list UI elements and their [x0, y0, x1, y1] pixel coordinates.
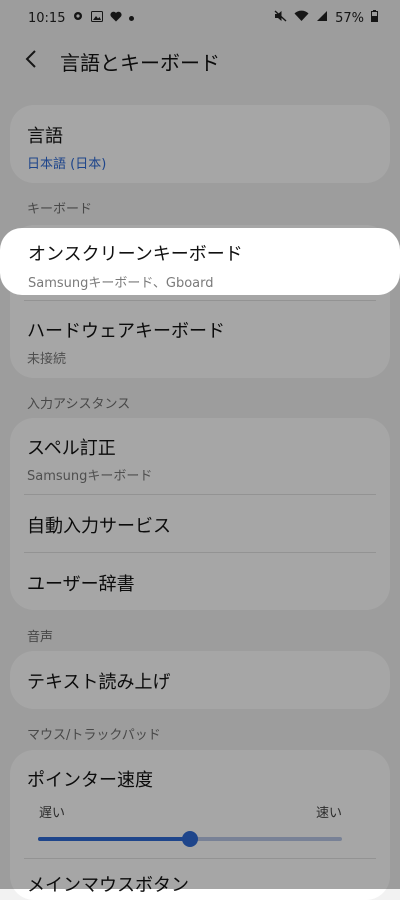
battery-level: 57% — [335, 10, 364, 26]
section-mouse: マウス/トラックパッド — [27, 728, 161, 743]
slider-max-label: 速い — [315, 806, 342, 821]
slider-min-label: 遅い — [39, 806, 66, 821]
language-card: 言語 日本語 (日本) — [10, 105, 390, 183]
section-keyboard: キーボード — [27, 202, 93, 217]
main-mouse-button-setting[interactable]: メインマウスボタン — [10, 859, 390, 897]
tts-label: テキスト読み上げ — [27, 672, 171, 693]
gear-icon — [72, 10, 84, 26]
mute-icon — [274, 10, 287, 26]
voice-card: テキスト読み上げ — [10, 651, 390, 709]
spell-check-setting[interactable]: スペル訂正 Samsungキーボード — [10, 418, 390, 494]
language-label: 言語 — [27, 126, 63, 147]
battery-icon — [371, 10, 378, 26]
tts-setting[interactable]: テキスト読み上げ — [10, 651, 390, 694]
status-time: 10:15 — [28, 10, 66, 26]
hardware-keyboard-label: ハードウェアキーボード — [27, 321, 225, 342]
signal-icon — [316, 10, 328, 26]
onscreen-keyboard-label: オンスクリーンキーボード — [28, 244, 243, 265]
page-title: 言語とキーボード — [60, 50, 220, 75]
back-arrow-icon[interactable] — [24, 49, 60, 73]
spell-check-value: Samsungキーボード — [27, 469, 153, 484]
section-input-assist: 入力アシスタンス — [27, 397, 131, 412]
user-dictionary-setting[interactable]: ユーザー辞書 — [10, 553, 390, 610]
heart-icon — [110, 11, 123, 26]
mouse-card: ポインター速度 遅い 速い メインマウスボタン — [10, 750, 390, 900]
input-assist-card: スペル訂正 Samsungキーボード 自動入力サービス ユーザー辞書 — [10, 418, 390, 610]
status-left: 10:15 — [28, 10, 135, 26]
onscreen-keyboard-setting[interactable]: オンスクリーンキーボード Samsungキーボード、Gboard — [0, 228, 400, 295]
image-icon — [91, 10, 104, 26]
onscreen-keyboard-value: Samsungキーボード、Gboard — [28, 276, 214, 291]
pointer-speed-label: ポインター速度 — [27, 770, 153, 791]
hardware-keyboard-status: 未接続 — [27, 352, 67, 367]
spell-check-label: スペル訂正 — [27, 438, 116, 459]
pointer-speed-slider[interactable] — [38, 831, 342, 847]
app-header: 言語とキーボード — [0, 36, 400, 86]
user-dictionary-label: ユーザー辞書 — [27, 574, 135, 595]
section-voice: 音声 — [27, 630, 54, 645]
slider-fill — [38, 837, 190, 841]
language-setting[interactable]: 言語 日本語 (日本) — [10, 105, 390, 172]
autofill-setting[interactable]: 自動入力サービス — [10, 495, 390, 552]
hardware-keyboard-setting[interactable]: ハードウェアキーボード 未接続 — [10, 301, 390, 367]
slider-thumb[interactable] — [182, 831, 198, 847]
status-right: 57% — [274, 10, 378, 26]
wifi-icon — [294, 10, 309, 26]
notification-dot-icon — [129, 15, 135, 21]
main-mouse-button-label: メインマウスボタン — [27, 875, 189, 896]
status-bar: 10:15 57% — [0, 0, 400, 36]
language-value: 日本語 (日本) — [27, 157, 107, 172]
autofill-label: 自動入力サービス — [27, 516, 171, 537]
